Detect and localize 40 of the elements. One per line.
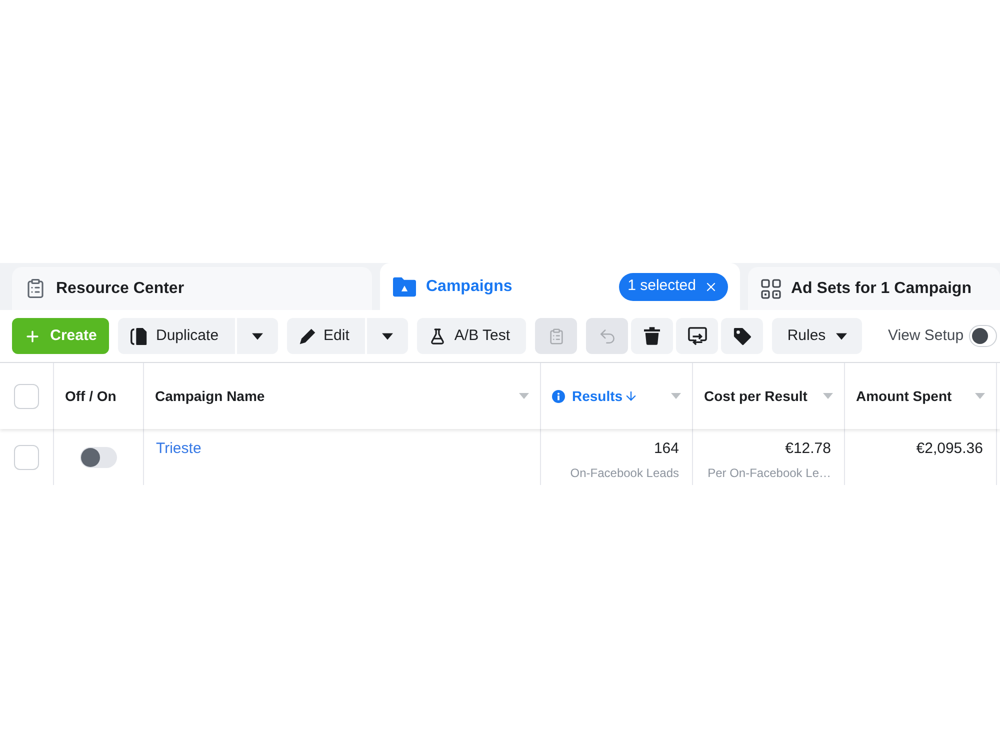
tab[interactable]: Resource Center <box>12 267 372 310</box>
clipboard-icon <box>25 278 46 299</box>
caret-icon <box>382 332 394 340</box>
duplicate-button[interactable]: Duplicate <box>118 318 235 354</box>
caret-icon <box>836 332 847 340</box>
toggle-switch[interactable] <box>968 325 997 347</box>
checkbox[interactable] <box>14 384 39 408</box>
monitor-arrows-icon <box>688 326 706 346</box>
metric-value: €2,095.36 <box>916 439 983 459</box>
tag-button[interactable] <box>721 318 763 354</box>
clipboard-icon <box>548 328 564 344</box>
campaign-name-link[interactable]: Trieste <box>156 440 202 457</box>
tag-icon <box>732 326 752 346</box>
grid-icon <box>761 278 781 298</box>
delete-button[interactable] <box>631 318 673 354</box>
toggle-switch[interactable] <box>80 446 117 468</box>
trash-icon <box>644 327 660 345</box>
metric-note: Per On-Facebook Le… <box>708 464 831 482</box>
checkbox[interactable] <box>14 444 39 470</box>
folder-icon <box>393 276 416 296</box>
selection-chip[interactable]: 1 selected <box>618 272 728 300</box>
info-icon <box>552 390 565 402</box>
swap-button[interactable] <box>676 318 718 354</box>
caret-icon <box>252 332 263 340</box>
dropdown-button[interactable] <box>367 318 408 354</box>
undo-icon <box>598 326 616 346</box>
tab[interactable]: Campaigns 1 selected <box>380 263 740 310</box>
metric-note: On-Facebook Leads <box>570 464 679 482</box>
pencil-icon <box>298 328 316 344</box>
arrow-down-icon <box>624 389 638 403</box>
metric-value: 164 <box>654 439 679 459</box>
tab[interactable]: Ad Sets for 1 Campaign <box>748 267 1000 310</box>
flask-icon <box>429 328 446 344</box>
view-setup-label: View Setup <box>888 326 964 346</box>
metric-value: €12.78 <box>785 439 831 459</box>
document-icon <box>130 326 148 346</box>
rules-button[interactable]: Rules <box>772 318 862 354</box>
edit-button[interactable]: Edit <box>286 318 366 354</box>
ab-test-button[interactable]: A/B Test <box>417 318 526 354</box>
dropdown-button[interactable] <box>236 318 278 354</box>
